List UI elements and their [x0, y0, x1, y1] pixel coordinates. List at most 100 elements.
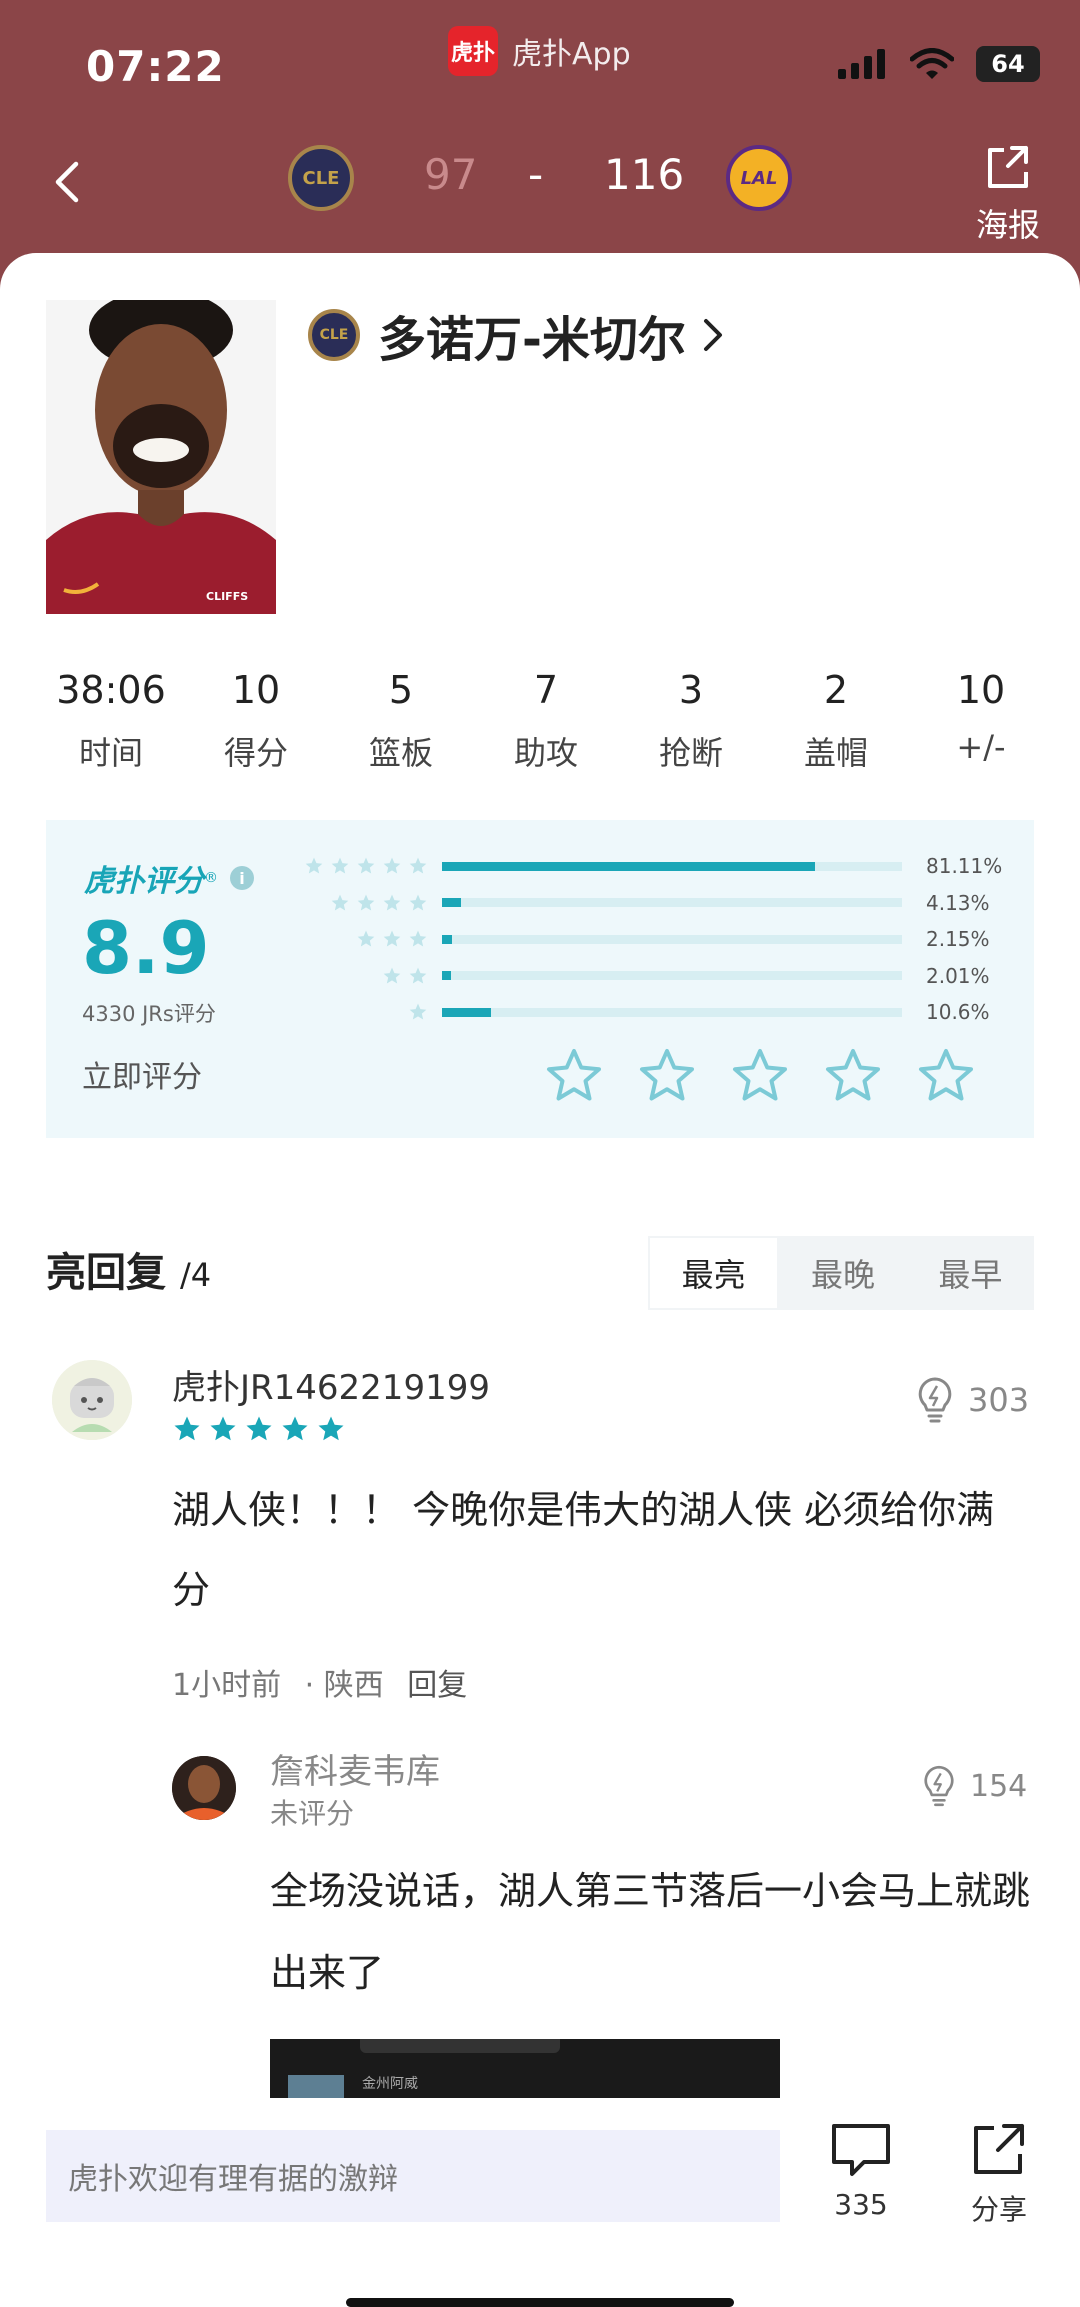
sub-avatar[interactable]	[172, 1756, 236, 1820]
rating-brand-text: 虎扑评分	[84, 864, 204, 899]
rating-bar-fill	[442, 934, 452, 944]
star-icon	[331, 857, 349, 874]
stat-value: 10	[231, 668, 281, 712]
stat-value: 10	[956, 668, 1006, 712]
rating-bar-track	[442, 934, 902, 944]
star-icon	[383, 967, 401, 984]
external-share-icon	[987, 146, 1028, 188]
stat-value: 2	[823, 668, 849, 712]
stat-value: 38:06	[56, 668, 166, 712]
rating-bar-track	[442, 898, 902, 908]
rating-bar-fill	[442, 861, 816, 871]
replies-title: 亮回复	[46, 1250, 166, 1296]
home-score: 97	[424, 150, 478, 199]
comment-location: · 陕西	[304, 1668, 384, 1703]
player-name-row[interactable]: CLE 多诺万-米切尔	[308, 300, 726, 370]
star-icon	[409, 1003, 427, 1020]
chevron-right-icon	[703, 319, 722, 351]
stat-value: 5	[388, 668, 414, 712]
player-team-logo: CLE	[308, 309, 360, 361]
app-badge: 虎扑 虎扑App	[448, 26, 631, 76]
score-dash: -	[528, 150, 544, 199]
stat-label: 时间	[78, 734, 143, 772]
stat-rebounds: 5 篮板	[336, 668, 466, 774]
rating-bar-fill	[442, 971, 452, 981]
stat-value: 7	[533, 668, 559, 712]
star-icon	[409, 857, 427, 874]
star-icon	[357, 894, 375, 911]
bar-star-group	[298, 856, 428, 876]
star-icon	[357, 857, 375, 874]
stat-label: 盖帽	[803, 734, 868, 772]
sort-tab-earliest[interactable]: 最早	[907, 1236, 1034, 1310]
comment-input[interactable]: 虎扑欢迎有理有据的激辩	[46, 2130, 780, 2222]
star-icon	[305, 857, 323, 874]
replies-header: 亮回复 /4	[46, 1240, 211, 1298]
sort-tab-brightest[interactable]: 最亮	[648, 1236, 780, 1310]
away-team-abbr: LAL	[740, 167, 778, 189]
stat-label: 抢断	[658, 734, 723, 772]
sort-tab-latest[interactable]: 最晚	[779, 1236, 906, 1310]
rate-star-icon[interactable]	[823, 1046, 883, 1106]
star-icon	[409, 967, 427, 984]
replies-count: /4	[180, 1256, 212, 1294]
bar-star-group	[298, 966, 428, 986]
rating-bar-percent: 2.15%	[926, 927, 990, 952]
star-icon	[318, 1416, 344, 1441]
rate-star-icon[interactable]	[730, 1046, 790, 1106]
sub-comment-rating: 未评分	[270, 1797, 355, 1830]
stat-label: +/-	[956, 728, 1006, 766]
jersey-text: CLIFFS	[206, 590, 249, 603]
sub-comment-image[interactable]: 金州阿威	[270, 2039, 780, 2099]
rating-bar-percent: 10.6%	[926, 1000, 990, 1025]
rate-star-icon[interactable]	[544, 1046, 604, 1106]
star-icon	[174, 1416, 200, 1441]
rate-stars[interactable]	[544, 1046, 976, 1106]
star-icon	[246, 1416, 272, 1441]
comment-bubble-icon	[832, 2124, 890, 2176]
rating-bar-fill	[442, 898, 461, 908]
sub-comment-like-button[interactable]: 154	[922, 1764, 1027, 1808]
away-score: 116	[604, 150, 685, 199]
comment-username[interactable]: 虎扑JR1462219199	[172, 1360, 490, 1409]
app-name: 虎扑App	[512, 37, 631, 72]
comment-like-count: 303	[968, 1381, 1030, 1419]
back-chevron-icon[interactable]	[52, 160, 82, 204]
star-icon	[383, 930, 401, 947]
stat-label: 助攻	[513, 734, 578, 772]
sub-comment-like-count: 154	[970, 1768, 1028, 1804]
player-team-abbr: CLE	[319, 327, 349, 343]
rating-brand: 虎扑评分 ® i	[84, 856, 254, 900]
reply-button[interactable]: 回复	[407, 1668, 467, 1703]
stats-row: 38:06 时间 10 得分 5 篮板 7 助攻 3 抢断 2 盖帽 10 +/-	[46, 668, 1046, 774]
comment-star-rating	[172, 1414, 346, 1444]
comment-text: 湖人侠！！！ 今晚你是伟大的湖人侠 必须给你满分	[172, 1488, 995, 1612]
lightbulb-icon	[918, 1377, 952, 1423]
home-team-logo[interactable]: CLE	[288, 145, 354, 211]
lightbulb-icon	[924, 1765, 954, 1807]
rate-star-icon[interactable]	[637, 1046, 697, 1106]
share-icon	[974, 2124, 1024, 2174]
away-team-logo[interactable]: LAL	[726, 145, 792, 211]
rating-bar-percent: 81.11%	[926, 854, 1003, 879]
share-button[interactable]: 分享	[954, 2122, 1044, 2228]
image-bar	[360, 2039, 560, 2053]
sort-tabs: 最亮 最晚 最早	[648, 1236, 1034, 1310]
info-icon[interactable]: i	[230, 866, 254, 890]
comment-like-button[interactable]: 303	[916, 1376, 1029, 1424]
comments-button[interactable]: 335	[816, 2122, 906, 2221]
star-icon	[331, 894, 349, 911]
stat-assists: 7 助攻	[481, 668, 611, 774]
poster-button[interactable]: 海报	[976, 144, 1040, 246]
sub-comment-text: 全场没说话，湖人第三节落后一小会马上就跳出来了	[270, 1869, 1031, 1995]
rate-star-icon[interactable]	[916, 1046, 976, 1106]
wifi-icon	[910, 48, 954, 79]
battery-icon: 64	[976, 46, 1040, 82]
sub-comment-username[interactable]: 詹科麦韦库	[270, 1744, 440, 1793]
bar-star-group	[298, 1002, 428, 1022]
rating-count: 4330 JRs评分	[82, 1002, 216, 1026]
stat-steals: 3 抢断	[626, 668, 756, 774]
rating-panel: 虎扑评分 ® i 8.9 4330 JRs评分 立即评分 81.11% 4.13%…	[46, 820, 1034, 1138]
star-icon	[210, 1416, 236, 1441]
avatar[interactable]	[52, 1360, 132, 1440]
